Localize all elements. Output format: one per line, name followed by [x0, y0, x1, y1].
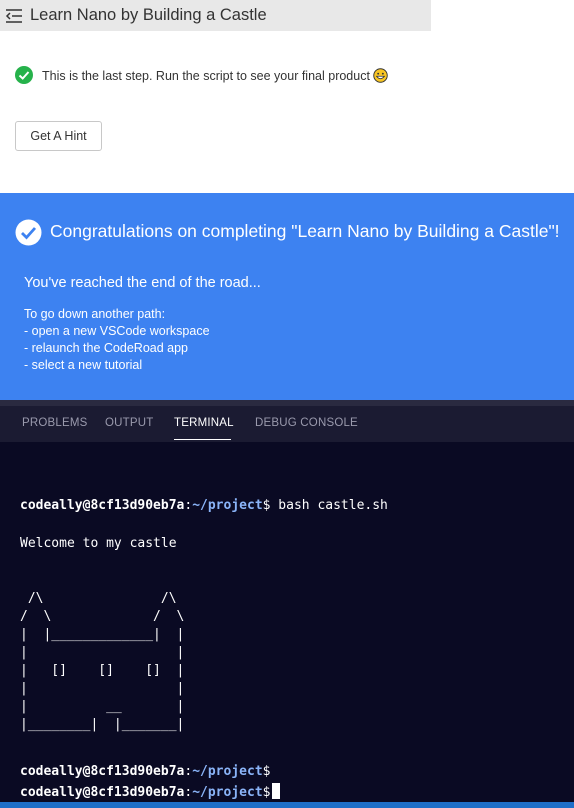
next-steps-list: To go down another path: - open a new VS… [24, 306, 210, 374]
tutorial-title: Learn Nano by Building a Castle [30, 6, 267, 24]
get-hint-button[interactable]: Get A Hint [15, 121, 102, 151]
grinning-emoji-icon [373, 67, 388, 83]
step-item: This is the last step. Run the script to… [15, 66, 388, 84]
completion-banner: Congratulations on completing "Learn Nan… [0, 193, 574, 400]
list-item: - select a new tutorial [24, 358, 143, 372]
check-circle-icon [15, 66, 33, 84]
terminal-prompt-line: codeally@8cf13d90eb7a:~/project$ [20, 764, 271, 779]
castle-ascii-art: /\ /\ / \ / \ | |_____________| | | | | … [20, 591, 185, 732]
terminal-active-prompt[interactable]: codeally@8cf13d90eb7a:~/project$ [20, 783, 281, 800]
menu-collapse-icon[interactable] [5, 8, 23, 24]
status-bar [0, 802, 574, 808]
banner-title: Congratulations on completing "Learn Nan… [50, 221, 560, 241]
tab-debug-console[interactable]: DEBUG CONSOLE [255, 417, 358, 429]
active-tab-indicator [174, 439, 231, 440]
banner-subtitle: You've reached the end of the road... [24, 275, 261, 291]
tab-problems[interactable]: PROBLEMS [22, 417, 88, 429]
terminal-output-line: Welcome to my castle [20, 536, 177, 551]
list-title: To go down another path: [24, 307, 166, 321]
check-circle-icon [15, 219, 42, 246]
tab-output[interactable]: OUTPUT [105, 417, 153, 429]
terminal-command-line: codeally@8cf13d90eb7a:~/project$ bash ca… [20, 498, 388, 513]
tutorial-header: Learn Nano by Building a Castle [0, 0, 431, 31]
step-text: This is the last step. Run the script to… [42, 67, 388, 83]
terminal-cursor [272, 783, 281, 799]
list-item: - relaunch the CodeRoad app [24, 341, 189, 355]
tab-terminal[interactable]: TERMINAL [174, 417, 234, 429]
list-item: - open a new VSCode workspace [24, 324, 210, 338]
panel-tabs: PROBLEMS OUTPUT TERMINAL DEBUG CONSOLE [0, 400, 574, 442]
